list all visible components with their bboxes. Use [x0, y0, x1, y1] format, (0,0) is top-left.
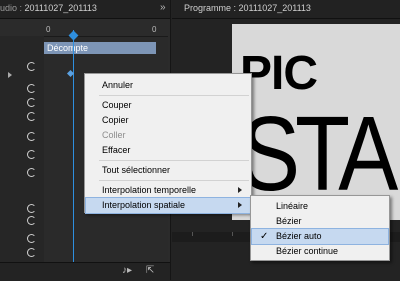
program-video-frame[interactable]: PIC STA — [232, 24, 400, 220]
expand-arrow-icon[interactable] — [8, 72, 12, 78]
tab-title-prefix: udio : — [0, 3, 25, 13]
ruler-start-label: 0 — [46, 25, 51, 34]
reset-icon[interactable] — [27, 150, 36, 159]
submenu-item-bezier-auto[interactable]: ✓ Bézier auto — [251, 228, 389, 245]
reset-icon[interactable] — [27, 248, 36, 257]
reset-icon[interactable] — [27, 234, 36, 243]
context-menu: Annuler Couper Copier Coller Effacer Tou… — [84, 73, 252, 214]
effect-controls-footer: ♪▸ ⇱ — [0, 262, 170, 281]
panel-overflow-chevron-icon[interactable]: » — [160, 2, 166, 13]
program-monitor-tabbar: Programme : 20111027_201113 — [172, 0, 400, 19]
reset-icon[interactable] — [27, 62, 36, 71]
reset-icon[interactable] — [27, 112, 36, 121]
menu-separator — [99, 95, 249, 96]
menu-item-effacer[interactable]: Effacer — [86, 143, 250, 158]
menu-item-label: Interpolation spatiale — [102, 200, 186, 210]
tab-title-sequence: 20111027_201113 — [24, 3, 97, 13]
submenu-item-lineaire[interactable]: Linéaire — [252, 199, 388, 214]
submenu-item-bezier-continue[interactable]: Bézier continue — [252, 244, 388, 259]
effect-controls-tab-title[interactable]: udio : 20111027_201113 — [0, 3, 97, 13]
menu-item-coller[interactable]: Coller — [86, 128, 250, 143]
checkmark-icon: ✓ — [260, 231, 269, 242]
interpolation-spatiale-submenu: Linéaire Bézier ✓ Bézier auto Bézier cont… — [250, 195, 390, 261]
reset-icon[interactable] — [27, 204, 36, 213]
scrub-tick — [192, 232, 193, 236]
clip-bar[interactable]: Décompte — [44, 42, 156, 54]
submenu-arrow-icon — [238, 202, 242, 208]
menu-item-couper[interactable]: Couper — [86, 98, 250, 113]
menu-item-tout-selectionner[interactable]: Tout sélectionner — [86, 163, 250, 178]
reset-icon[interactable] — [27, 84, 36, 93]
menu-item-interpolation-temporelle[interactable]: Interpolation temporelle — [86, 183, 250, 198]
scrub-tick — [232, 232, 233, 236]
menu-item-label: Interpolation temporelle — [102, 185, 197, 195]
reset-icon[interactable] — [27, 132, 36, 141]
timeline-ruler[interactable]: 0 0 — [44, 25, 168, 37]
submenu-arrow-icon — [238, 187, 242, 193]
export-icon[interactable]: ⇱ — [146, 265, 154, 276]
reset-icon[interactable] — [27, 98, 36, 107]
playhead-line[interactable] — [73, 30, 74, 262]
reset-icon[interactable] — [27, 168, 36, 177]
menu-item-copier[interactable]: Copier — [86, 113, 250, 128]
menu-separator — [99, 160, 249, 161]
program-monitor-tab-title[interactable]: Programme : 20111027_201113 — [184, 3, 311, 13]
menu-item-annuler[interactable]: Annuler — [86, 78, 250, 93]
property-list — [0, 36, 44, 262]
menu-separator — [99, 180, 249, 181]
effect-controls-tabbar: udio : 20111027_201113 » — [0, 0, 170, 19]
reset-icon[interactable] — [27, 216, 36, 225]
play-audio-icon[interactable]: ♪▸ — [122, 265, 132, 276]
menu-item-interpolation-spatiale[interactable]: Interpolation spatiale — [85, 197, 251, 214]
submenu-item-label: Bézier auto — [276, 231, 322, 241]
ruler-end-label: 0 — [152, 25, 157, 34]
submenu-item-bezier[interactable]: Bézier — [252, 214, 388, 229]
